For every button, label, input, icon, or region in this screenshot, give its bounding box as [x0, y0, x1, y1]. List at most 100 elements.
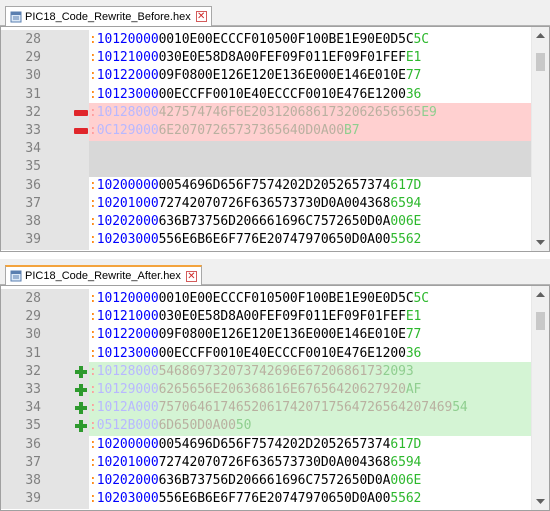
hex-record[interactable]: :10203000556E6B6E6F776E20747970650D0A005…	[89, 230, 533, 250]
code-line[interactable]: 39:10203000556E6B6E6F776E20747970650D0A0…	[1, 230, 533, 251]
line-number: 38	[1, 471, 59, 491]
file-icon	[10, 270, 22, 282]
hex-record[interactable]	[89, 157, 533, 178]
line-number: 35	[1, 157, 59, 178]
code-line[interactable]: 37 :1020100072742070726F636573730D0A00436…	[1, 193, 533, 214]
close-icon[interactable]: ✕	[185, 270, 197, 282]
record-data: 0054696D656F7574202D2052657374	[158, 177, 391, 193]
code-line[interactable]: 34	[1, 139, 533, 160]
hex-record[interactable]: :1012200009F0800E126E120E136E000E146E010…	[89, 325, 533, 345]
hex-record[interactable]: :102000000054696D656F7574202D20526573746…	[89, 435, 533, 455]
record-checksum: 5562	[390, 232, 422, 248]
record-checksum: 50	[235, 418, 252, 434]
line-number: 30	[1, 325, 59, 346]
line-number-text: 35	[25, 418, 41, 434]
tab-before-file[interactable]: PIC18_Code_Rewrite_Before.hex ✕	[5, 6, 212, 26]
vertical-scrollbar[interactable]	[531, 27, 549, 251]
record-checksum: 617D	[390, 177, 422, 193]
code-line[interactable]: 36:102000000054696D656F7574202D205265737…	[1, 434, 533, 455]
line-number-text: 29	[25, 50, 41, 66]
scroll-down-icon[interactable]	[532, 493, 549, 510]
record-checksum: 36	[405, 86, 422, 102]
hex-record[interactable]: :10128000427574746F6E2031206861732062656…	[89, 102, 533, 123]
hex-record[interactable]: :0512B0006D650D0A0050	[89, 416, 533, 437]
record-address: 10201000	[96, 195, 159, 211]
line-number: 31	[1, 343, 59, 364]
code-line[interactable]: 28:101200000010E00ECCCF010500F100BE1E90E…	[1, 289, 533, 309]
record-address: 10203000	[96, 491, 159, 507]
line-number-text: 30	[25, 68, 41, 84]
editor-after[interactable]: 39:10203000556E6B6E6F776E20747970650D0A0…	[0, 285, 550, 511]
record-checksum: E1	[405, 309, 422, 325]
code-line[interactable]: 39:10203000556E6B6E6F776E20747970650D0A0…	[1, 489, 533, 510]
scroll-up-icon[interactable]	[532, 27, 549, 44]
hex-record[interactable]	[89, 139, 533, 160]
code-line[interactable]: 30 :1012200009F0800E126E120E136E000E146E0…	[1, 325, 533, 346]
record-address: 10120000	[96, 32, 159, 47]
record-data: 09F0800E126E120E136E000E146E010E	[158, 68, 406, 84]
record-data: 00ECCFF0010E40ECCCF0010E476E1200	[158, 345, 406, 361]
scroll-down-icon[interactable]	[532, 234, 549, 251]
record-data: 0010E00ECCCF010500F100BE1E90E0D5C	[158, 291, 414, 306]
line-number-text: 35	[25, 159, 41, 175]
hex-record[interactable]: :101200000010E00ECCCF010500F100BE1E90E0D…	[89, 289, 533, 309]
record-address: 10123000	[96, 86, 159, 102]
code-line[interactable]: 36:102000000054696D656F7574202D205265737…	[1, 175, 533, 196]
record-address: 10122000	[96, 327, 159, 343]
code-line[interactable]: 28:101200000010E00ECCCF010500F100BE1E90E…	[1, 30, 533, 50]
hex-record[interactable]: :101290006265656E206368616E6765642062792…	[89, 380, 533, 400]
vertical-scrollbar[interactable]	[531, 286, 549, 510]
line-number-text: 37	[25, 195, 41, 211]
scroll-up-icon[interactable]	[532, 286, 549, 303]
record-checksum: B7	[344, 123, 360, 138]
code-line[interactable]: 32:10128000427574746F6E20312068617320626…	[1, 102, 533, 123]
hex-record[interactable]: :1012200009F0800E126E120E136E000E146E010…	[89, 66, 533, 86]
hex-record[interactable]: :1012A0007570646174652061742071756472656…	[89, 398, 533, 419]
code-line[interactable]: 33:0C1290006E20707265737365640D0A00B7	[1, 121, 533, 141]
record-address: 10129000	[96, 382, 159, 397]
line-number: 37	[1, 193, 59, 214]
scrollbar-thumb[interactable]	[536, 53, 545, 71]
hex-record[interactable]: :1012300000ECCFF0010E40ECCCF0010E476E120…	[89, 85, 533, 105]
scrollbar-thumb[interactable]	[536, 312, 545, 330]
code-line[interactable]: 34:1012A00075706461746520617420717564726…	[1, 398, 533, 419]
code-line[interactable]: 33:101290006265656E206368616E67656420627…	[1, 380, 533, 400]
hex-record[interactable]: :10203000556E6B6E6F776E20747970650D0A005…	[89, 489, 533, 509]
line-number: 34	[1, 139, 59, 160]
tab-after-file[interactable]: PIC18_Code_Rewrite_After.hex ✕	[5, 265, 202, 285]
record-address: 10120000	[96, 291, 159, 306]
record-address: 10203000	[96, 232, 159, 248]
code-line[interactable]: 29:10121000030E0E58D8A00FEF09F011EF09F01…	[1, 307, 533, 328]
code-line[interactable]: 31:1012300000ECCFF0010E40ECCCF0010E476E1…	[1, 84, 533, 105]
code-line[interactable]: 38 :10202000636B73756D206661696C7572650D0…	[1, 212, 533, 232]
hex-record[interactable]: :10202000636B73756D206661696C7572650D0A0…	[89, 471, 533, 491]
code-line[interactable]: 29 :10121000030E0E58D8A00FEF09F011EF09F01…	[1, 48, 533, 69]
record-address: 10200000	[96, 177, 159, 193]
line-number: 38	[1, 212, 59, 232]
record-colon: :	[89, 400, 97, 416]
record-colon: :	[89, 214, 97, 229]
hex-record[interactable]: :1020100072742070726F636573730D0A0043686…	[89, 453, 533, 473]
code-line[interactable]: 37:1020100072742070726F636573730D0A00436…	[1, 452, 533, 473]
record-address: 10202000	[96, 473, 159, 488]
hex-record[interactable]: :10121000030E0E58D8A00FEF09F011EF09F01FE…	[89, 48, 533, 68]
record-checksum: AF	[405, 382, 422, 397]
hex-record[interactable]: :10128000546869732073742696E672068617320…	[89, 361, 533, 382]
code-line[interactable]: 30 :1012200009F0800E126E120E136E000E146E0…	[1, 66, 533, 87]
editor-before[interactable]: 39:10203000556E6B6E6F776E20747970650D0A0…	[0, 26, 550, 252]
record-data: 72742070726F636573730D0A004368	[158, 195, 391, 211]
code-line[interactable]: 32:10128000546869732073742696E6720686173…	[1, 361, 533, 382]
hex-record[interactable]: :102000000054696D656F7574202D20526573746…	[89, 176, 533, 196]
hex-record[interactable]: :10202000636B73756D206661696C7572650D0A0…	[89, 212, 533, 232]
code-line[interactable]: 35	[1, 157, 533, 178]
hex-record[interactable]: :1020100072742070726F636573730D0A0043686…	[89, 194, 533, 214]
code-line[interactable]: 31 :1012300000ECCFF0010E40ECCCF0010E476E1…	[1, 343, 533, 364]
code-line[interactable]: 35 :0512B0006D650D0A0050	[1, 416, 533, 437]
hex-record[interactable]: :0C1290006E20707265737365640D0A00B7	[89, 121, 533, 141]
code-line[interactable]: 38 :10202000636B73756D206661696C7572650D0…	[1, 471, 533, 491]
hex-record[interactable]: :10121000030E0E58D8A00FEF09F011EF09F01FE…	[89, 307, 533, 327]
close-icon[interactable]: ✕	[195, 11, 207, 22]
diff-margin	[59, 325, 89, 346]
hex-record[interactable]: :101200000010E00ECCCF010500F100BE1E90E0D…	[89, 30, 533, 50]
hex-record[interactable]: :1012300000ECCFF0010E40ECCCF0010E476E120…	[89, 344, 533, 364]
